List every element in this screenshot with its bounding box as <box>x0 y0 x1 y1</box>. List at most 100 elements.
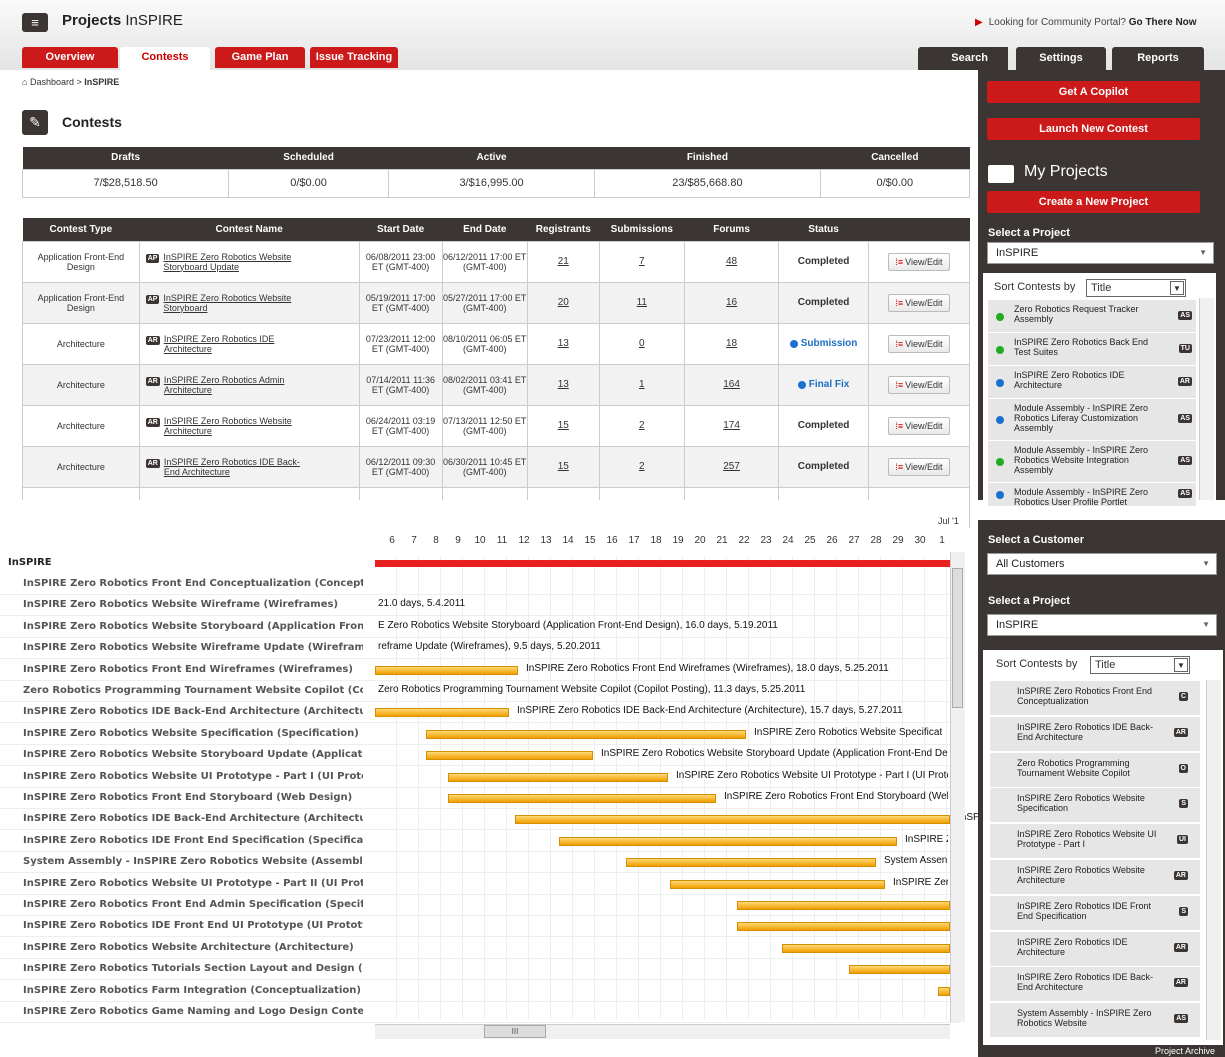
gantt-bar[interactable] <box>626 858 876 868</box>
customer-select[interactable]: All Customers ▼ <box>987 553 1217 575</box>
gantt-row-label[interactable]: InSPIRE Zero Robotics IDE Front End Spec… <box>23 835 363 846</box>
contest-list-item[interactable]: Zero Robotics Programming Tournament Web… <box>990 752 1200 788</box>
gantt-row-label[interactable]: InSPIRE Zero Robotics Website UI Prototy… <box>23 878 363 889</box>
gantt-bar[interactable] <box>448 794 716 803</box>
gantt-bar[interactable] <box>737 922 950 932</box>
sort-select-bottom[interactable]: Title ▼ <box>1090 656 1190 674</box>
contest-list-item[interactable]: InSPIRE Zero Robotics Front End Conceptu… <box>990 681 1200 716</box>
tab-settings[interactable]: Settings <box>1016 47 1106 70</box>
gantt-bar[interactable] <box>515 815 950 825</box>
gantt-row-label[interactable]: InSPIRE Zero Robotics IDE Front End UI P… <box>23 920 363 931</box>
contest-list-item[interactable]: InSPIRE Zero Robotics Website Architectu… <box>990 860 1200 895</box>
gantt-row-label[interactable]: InSPIRE Zero Robotics IDE Back-End Archi… <box>23 813 363 824</box>
gantt-row-label[interactable]: InSPIRE Zero Robotics Front End Storyboa… <box>23 792 363 803</box>
registrants-link[interactable]: 21 <box>558 256 569 267</box>
tab-search[interactable]: Search <box>918 47 1008 70</box>
gantt-bar[interactable] <box>559 836 897 846</box>
gantt-bar[interactable] <box>375 665 518 675</box>
gantt-row-label[interactable]: InSPIRE Zero Robotics IDE Back-End Archi… <box>23 706 363 717</box>
submissions-link[interactable]: 2 <box>639 420 645 431</box>
gantt-bar[interactable] <box>375 708 509 718</box>
project-contest-item[interactable]: Zero Robotics Request Tracker Assembly AS <box>988 300 1196 333</box>
submissions-link[interactable]: 2 <box>639 461 645 472</box>
gantt-row-label[interactable]: InSPIRE Zero Robotics Website Wireframe … <box>23 599 363 610</box>
gantt-bar[interactable] <box>426 751 593 761</box>
project-archive-link[interactable]: Project Archive <box>1155 1046 1215 1056</box>
gantt-bar[interactable] <box>670 879 885 889</box>
gantt-row-label[interactable]: InSPIRE Zero Robotics Website Architectu… <box>23 942 363 953</box>
contest-list-item[interactable]: InSPIRE Zero Robotics IDE Back-End Archi… <box>990 967 1200 1003</box>
view-edit-button[interactable]: ⁞≡ View/Edit <box>888 293 950 312</box>
contest-list-item[interactable]: InSPIRE Zero Robotics Website Specificat… <box>990 788 1200 824</box>
submissions-link[interactable]: 0 <box>639 338 645 349</box>
contest-name-link[interactable]: InSPIRE Zero Robotics Admin Architecture <box>164 375 314 395</box>
tab-reports[interactable]: Reports <box>1112 47 1204 70</box>
forums-link[interactable]: 18 <box>726 338 737 349</box>
contest-name-link[interactable]: InSPIRE Zero Robotics IDE Architecture <box>164 334 314 354</box>
project-contest-item[interactable]: Module Assembly - InSPIRE Zero Robotics … <box>988 399 1196 441</box>
registrants-link[interactable]: 13 <box>558 379 569 390</box>
gantt-bar[interactable] <box>737 901 950 910</box>
contest-name-link[interactable]: InSPIRE Zero Robotics IDE Back-End Archi… <box>164 457 314 477</box>
contest-list-item[interactable]: InSPIRE Zero Robotics Website UI Prototy… <box>990 824 1200 860</box>
gantt-row-label[interactable]: InSPIRE Zero Robotics Farm Integration (… <box>23 985 363 996</box>
scroll-thumb[interactable] <box>952 568 963 708</box>
view-edit-button[interactable]: ⁞≡ View/Edit <box>888 252 950 271</box>
gantt-bar[interactable] <box>448 772 668 782</box>
view-edit-button[interactable]: ⁞≡ View/Edit <box>888 334 950 353</box>
gantt-row-label[interactable]: InSPIRE Zero Robotics Website Wireframe … <box>23 642 363 653</box>
project-contest-item[interactable]: Module Assembly - InSPIRE Zero Robotics … <box>988 483 1196 507</box>
contest-name-link[interactable]: InSPIRE Zero Robotics Website Storyboard <box>163 293 313 313</box>
project-contest-item[interactable]: InSPIRE Zero Robotics IDE Architecture AR <box>988 366 1196 399</box>
contest-list-item[interactable]: System Assembly - InSPIRE Zero Robotics … <box>990 1003 1200 1039</box>
project-select-bottom[interactable]: InSPIRE ▼ <box>987 614 1217 636</box>
submissions-link[interactable]: 1 <box>639 379 645 390</box>
gantt-bar[interactable] <box>849 965 950 975</box>
gantt-row-label[interactable]: InSPIRE Zero Robotics Website Storyboard… <box>23 621 363 632</box>
community-portal-link[interactable]: ▶ Looking for Community Portal? Go There … <box>975 17 1197 28</box>
tab-issue-tracking[interactable]: Issue Tracking <box>310 47 398 68</box>
project-contest-item[interactable]: InSPIRE Zero Robotics Back End Test Suit… <box>988 333 1196 366</box>
submissions-link[interactable]: 11 <box>637 297 647 308</box>
view-edit-button[interactable]: ⁞≡ View/Edit <box>888 457 950 476</box>
registrants-link[interactable]: 15 <box>558 461 569 472</box>
submissions-link[interactable]: 7 <box>639 256 645 267</box>
view-edit-button[interactable]: ⁞≡ View/Edit <box>888 416 950 435</box>
project-select[interactable]: InSPIRE ▼ <box>987 242 1214 264</box>
gantt-bar[interactable] <box>782 943 950 953</box>
tab-game-plan[interactable]: Game Plan <box>215 47 305 68</box>
scrollbar[interactable] <box>1206 680 1221 1040</box>
gantt-row-label[interactable]: Zero Robotics Programming Tournament Web… <box>23 685 363 696</box>
scrollbar[interactable] <box>1199 298 1214 500</box>
tab-overview[interactable]: Overview <box>22 47 118 68</box>
contest-list-item[interactable]: InSPIRE Zero Robotics IDE Front End Spec… <box>990 895 1200 931</box>
forums-link[interactable]: 174 <box>723 420 740 431</box>
forums-link[interactable]: 48 <box>726 256 737 267</box>
gantt-row-label[interactable]: InSPIRE Zero Robotics Website Storyboard… <box>23 749 363 760</box>
contest-name-link[interactable]: InSPIRE Zero Robotics Website Storyboard… <box>163 252 313 272</box>
contest-name-link[interactable]: InSPIRE Zero Robotics Website Architectu… <box>164 416 314 436</box>
gantt-row-label[interactable]: InSPIRE Zero Robotics Game Naming and Lo… <box>23 1006 363 1017</box>
breadcrumb-dashboard[interactable]: Dashboard <box>30 77 74 87</box>
gantt-row-label[interactable]: InSPIRE Zero Robotics Website Specificat… <box>23 728 363 739</box>
launch-new-contest-button[interactable]: Launch New Contest <box>987 118 1200 140</box>
gantt-row-label[interactable]: InSPIRE Zero Robotics Front End Wirefram… <box>23 664 363 675</box>
scroll-thumb[interactable]: III <box>484 1025 546 1038</box>
forums-link[interactable]: 164 <box>723 379 740 390</box>
gantt-bar[interactable] <box>938 986 950 996</box>
forums-link[interactable]: 16 <box>726 297 737 308</box>
gantt-row-label[interactable]: InSPIRE Zero Robotics Tutorials Section … <box>23 963 363 974</box>
sort-select[interactable]: Title ▼ <box>1086 279 1186 297</box>
gantt-row-label[interactable]: InSPIRE Zero Robotics Website UI Prototy… <box>23 771 363 782</box>
tab-contests[interactable]: Contests <box>120 47 210 70</box>
contest-list-item[interactable]: InSPIRE Zero Robotics IDE Back-End Archi… <box>990 716 1200 752</box>
gantt-horizontal-scrollbar[interactable] <box>375 1024 950 1039</box>
project-contest-item[interactable]: Module Assembly - InSPIRE Zero Robotics … <box>988 441 1196 483</box>
get-copilot-button[interactable]: Get A Copilot <box>987 81 1200 103</box>
forums-link[interactable]: 257 <box>723 461 740 472</box>
gantt-row-label[interactable]: InSPIRE Zero Robotics Front End Admin Sp… <box>23 899 363 910</box>
registrants-link[interactable]: 13 <box>558 338 569 349</box>
gantt-row-label[interactable]: InSPIRE Zero Robotics Front End Conceptu… <box>23 578 363 589</box>
contest-list-item[interactable]: InSPIRE Zero Robotics IDE Architecture AR <box>990 931 1200 967</box>
list-icon[interactable]: ≡ <box>22 13 48 32</box>
